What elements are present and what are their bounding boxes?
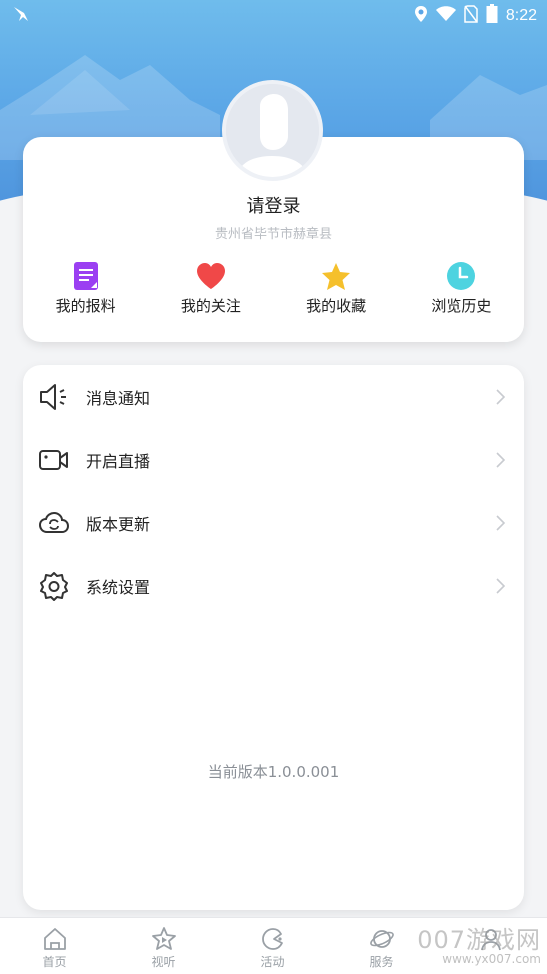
- chevron-right-icon: [494, 388, 506, 406]
- tab-home[interactable]: 首页: [0, 918, 109, 974]
- tab-label: 服务: [369, 955, 394, 969]
- tab-label: 首页: [42, 955, 67, 969]
- home-icon: [43, 928, 66, 950]
- tab-label: 活动: [260, 955, 285, 969]
- quick-action-label: 我的收藏: [306, 297, 367, 315]
- tab-media[interactable]: 视听: [109, 918, 218, 974]
- report-document-icon: [71, 261, 101, 291]
- activity-icon: [261, 928, 283, 950]
- tab-activity[interactable]: 活动: [218, 918, 327, 974]
- video-camera-icon: [39, 445, 69, 475]
- app-notification-icon: [12, 5, 30, 27]
- quick-actions: 我的报料 我的关注 我的收藏 浏览历史: [23, 261, 524, 316]
- quick-action-my-reports[interactable]: 我的报料: [23, 261, 148, 316]
- avatar[interactable]: [222, 80, 323, 181]
- login-prompt[interactable]: 请登录: [23, 192, 524, 218]
- menu-item-label: 开启直播: [86, 451, 151, 471]
- menu-item-label: 版本更新: [86, 514, 151, 534]
- play-star-icon: [151, 927, 176, 950]
- watermark: 007游戏网: [417, 926, 541, 954]
- menu-item-version-update[interactable]: 版本更新: [23, 491, 524, 554]
- location-text: 贵州省毕节市赫章县: [214, 227, 332, 242]
- menu-item-live-stream[interactable]: 开启直播: [23, 428, 524, 491]
- chevron-right-icon: [494, 577, 506, 595]
- quick-action-label: 浏览历史: [431, 297, 492, 315]
- version-text: 当前版本1.0.0.001: [207, 763, 340, 781]
- quick-action-label: 我的报料: [55, 297, 116, 315]
- quick-action-label: 我的关注: [180, 297, 241, 315]
- no-sim-icon: [464, 5, 478, 27]
- gear-icon: [39, 571, 69, 601]
- quick-action-my-favorites[interactable]: 我的收藏: [274, 261, 399, 316]
- clock-icon: [446, 261, 476, 291]
- speaker-icon: [39, 382, 69, 412]
- status-bar: 8:22: [0, 0, 547, 30]
- battery-icon: [486, 4, 498, 28]
- menu-item-label: 系统设置: [86, 577, 151, 597]
- chevron-right-icon: [494, 514, 506, 532]
- planet-icon: [369, 930, 394, 948]
- menu-item-label: 消息通知: [86, 388, 151, 408]
- cloud-sync-icon: [39, 508, 69, 538]
- heart-icon: [196, 261, 226, 291]
- clock-time: 8:22: [505, 7, 537, 24]
- chevron-right-icon: [494, 451, 506, 469]
- quick-action-my-follows[interactable]: 我的关注: [148, 261, 273, 316]
- watermark-url: www.yx007.com: [442, 952, 541, 966]
- menu-card: 消息通知 开启直播 版本更新 系统设置 当前版本1.0.0.001: [23, 365, 524, 910]
- wifi-icon: [435, 6, 456, 26]
- location-icon: [414, 5, 428, 27]
- star-icon: [321, 261, 351, 291]
- menu-item-notifications[interactable]: 消息通知: [23, 365, 524, 428]
- quick-action-history[interactable]: 浏览历史: [399, 261, 524, 316]
- menu-item-system-settings[interactable]: 系统设置: [23, 554, 524, 617]
- tab-label: 视听: [151, 955, 176, 969]
